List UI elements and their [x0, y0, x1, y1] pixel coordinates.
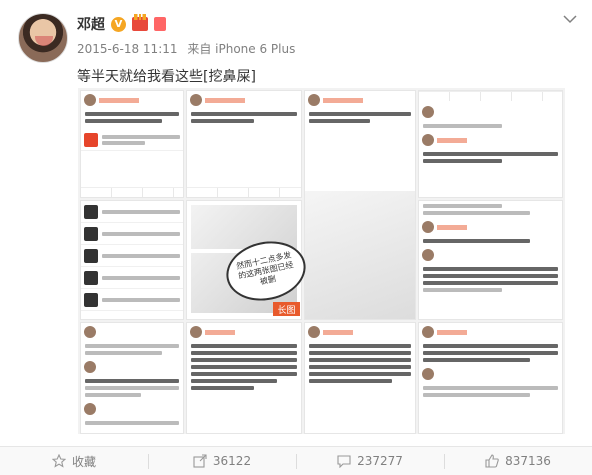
- weibo-post: 邓超 V 2015-6-18 11:11 来自 iPhone 6 Plus 等半…: [0, 0, 592, 475]
- star-icon: [51, 454, 66, 468]
- user-name[interactable]: 邓超: [77, 14, 105, 34]
- like-button[interactable]: 837136: [444, 447, 592, 475]
- repost-count: 36122: [212, 454, 252, 468]
- screenshot-thumb: [80, 200, 184, 320]
- comment-count: 237277: [357, 454, 403, 468]
- screenshot-thumb: [186, 322, 302, 434]
- screenshot-thumb: [418, 90, 563, 198]
- screenshot-thumb: [304, 322, 416, 434]
- action-bar: 收藏 36122 237277 837136: [0, 446, 592, 475]
- favorite-label: 收藏: [71, 454, 96, 469]
- repost-button[interactable]: 36122: [148, 447, 296, 475]
- post-image[interactable]: [78, 88, 565, 434]
- screenshot-thumb: [80, 90, 184, 198]
- favorite-button[interactable]: 收藏: [0, 447, 148, 475]
- post-source[interactable]: 来自 iPhone 6 Plus: [187, 42, 295, 56]
- screenshot-thumb: [186, 90, 302, 198]
- name-row: 邓超 V: [77, 13, 166, 35]
- post-text: 等半天就给我看这些[挖鼻屎]: [77, 69, 256, 85]
- vip-badge-icon[interactable]: [154, 17, 166, 31]
- speech-bubble-text: 然而十二点多发的这两张图已经被删: [235, 250, 295, 287]
- long-image-badge: 长图: [273, 302, 300, 316]
- crown-icon[interactable]: [132, 14, 148, 31]
- user-avatar[interactable]: [18, 13, 68, 63]
- verified-v-icon[interactable]: V: [111, 16, 126, 32]
- screenshot-thumb: [418, 200, 563, 320]
- screenshot-thumb: [304, 90, 416, 320]
- post-meta: 2015-6-18 11:11 来自 iPhone 6 Plus: [77, 40, 301, 57]
- post-time[interactable]: 2015-6-18 11:11: [77, 42, 178, 56]
- screenshot-thumb: [418, 322, 563, 434]
- like-count: 837136: [505, 454, 551, 468]
- like-icon: [485, 454, 499, 468]
- comment-icon: [337, 455, 351, 468]
- share-icon: [193, 454, 207, 468]
- screenshot-thumb: [80, 322, 184, 434]
- comment-button[interactable]: 237277: [296, 447, 444, 475]
- chevron-down-icon[interactable]: [563, 14, 577, 24]
